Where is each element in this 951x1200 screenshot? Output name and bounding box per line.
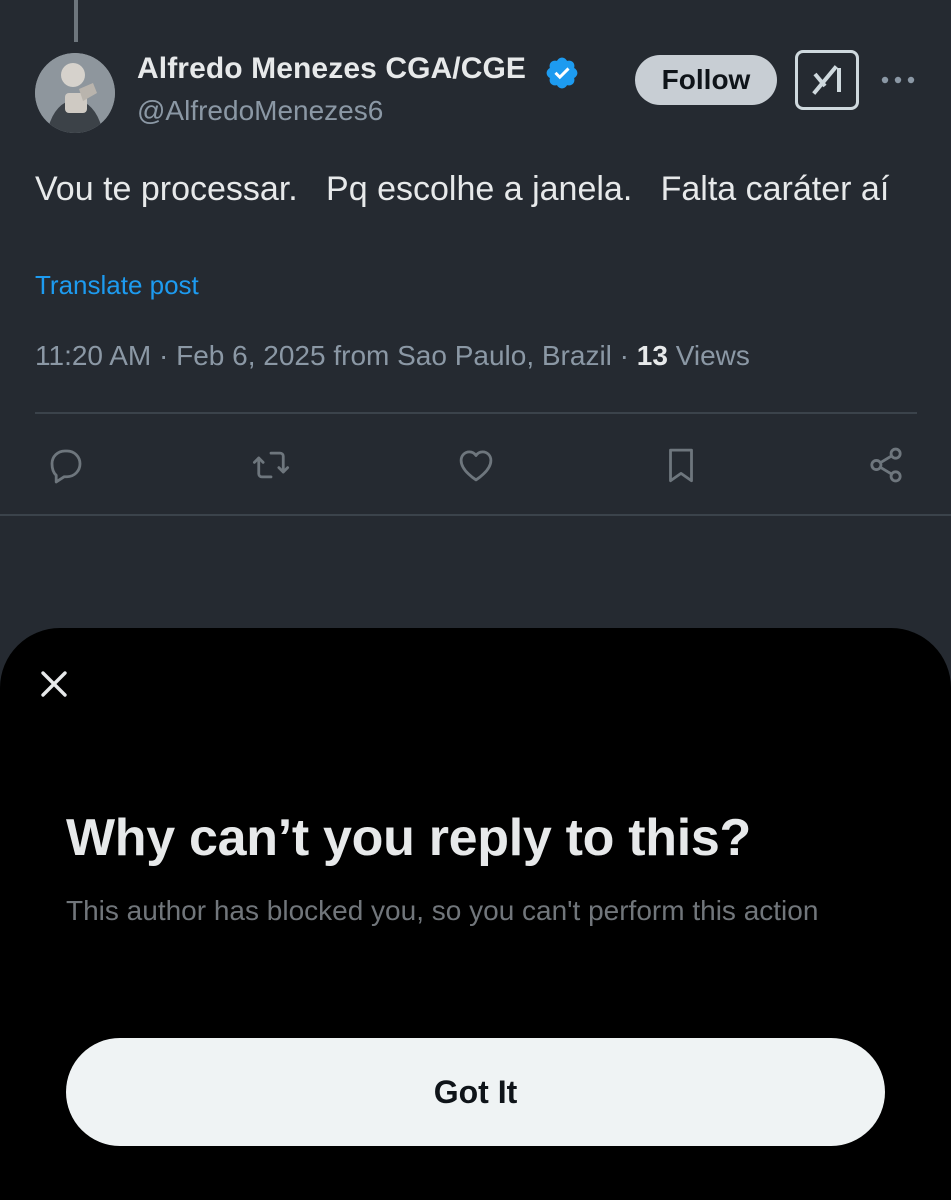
- avatar-photo-icon: [35, 53, 115, 133]
- reply-button[interactable]: [41, 440, 91, 490]
- translate-post-link[interactable]: Translate post: [35, 270, 199, 301]
- post-timestamp-location: 11:20 AM · Feb 6, 2025 from Sao Paulo, B…: [35, 340, 637, 371]
- like-button[interactable]: [451, 440, 501, 490]
- like-icon: [459, 450, 493, 482]
- post-text: Vou te processar. Pq escolhe a janela. F…: [35, 170, 890, 208]
- thread-connector-line: [74, 0, 78, 42]
- share-icon: [870, 447, 902, 483]
- bookmark-icon: [669, 448, 693, 483]
- grok-icon: [812, 65, 841, 95]
- views-count[interactable]: 13: [637, 340, 668, 371]
- grok-button[interactable]: [795, 50, 859, 110]
- author-handle[interactable]: @AlfredoMenezes6: [137, 95, 383, 127]
- close-icon: [41, 671, 67, 697]
- post-action-bar: [35, 440, 917, 490]
- repost-icon: [252, 451, 290, 479]
- reply-icon: [50, 449, 82, 484]
- more-dots-icon: [881, 76, 915, 84]
- divider: [35, 412, 917, 414]
- sheet-description: This author has blocked you, so you can'…: [66, 895, 819, 926]
- more-options-button[interactable]: [878, 62, 918, 98]
- share-button[interactable]: [861, 440, 911, 490]
- avatar[interactable]: [35, 53, 115, 133]
- post-detail-screen: Alfredo Menezes CGA/CGE @AlfredoMenezes6…: [0, 0, 951, 1200]
- close-button[interactable]: [36, 666, 72, 702]
- got-it-button[interactable]: Got It: [66, 1038, 885, 1146]
- follow-button[interactable]: Follow: [635, 55, 777, 105]
- author-name[interactable]: Alfredo Menezes CGA/CGE: [137, 52, 526, 86]
- divider: [0, 514, 951, 516]
- blocked-reply-sheet: Why can’t you reply to this? This author…: [0, 628, 951, 1200]
- verified-badge-icon: [546, 57, 578, 89]
- sheet-title: Why can’t you reply to this?: [66, 809, 751, 867]
- views-label: Views: [667, 340, 750, 371]
- post-metadata: 11:20 AM · Feb 6, 2025 from Sao Paulo, B…: [35, 340, 750, 372]
- repost-button[interactable]: [246, 440, 296, 490]
- bookmark-button[interactable]: [656, 440, 706, 490]
